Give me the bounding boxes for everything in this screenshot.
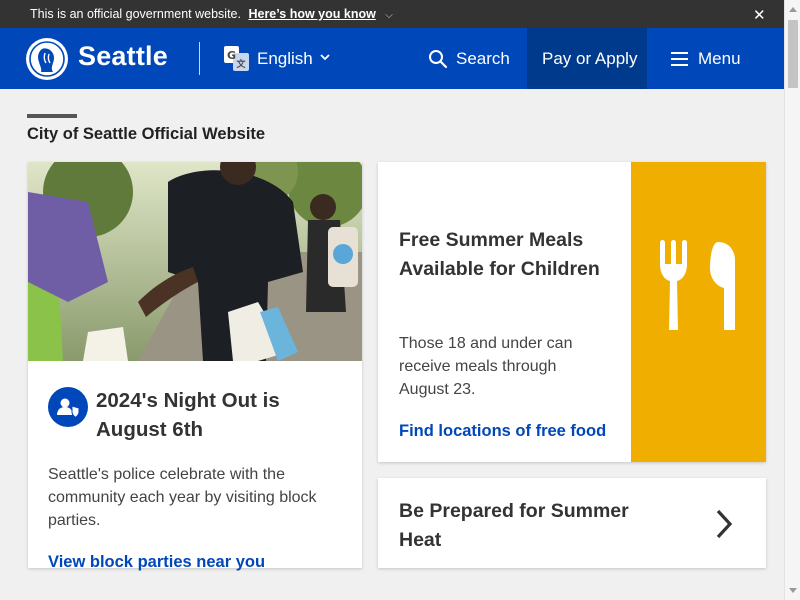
menu-button[interactable]: Menu <box>647 28 784 89</box>
official-gov-banner: This is an official government website. … <box>0 0 784 28</box>
pay-or-apply-button[interactable]: Pay or Apply <box>527 28 647 89</box>
police-community-photo <box>28 162 362 361</box>
fork-knife-icon <box>660 240 735 330</box>
block-parties-link[interactable]: View block parties near you <box>48 553 265 572</box>
chevron-down-icon[interactable]: ⌵ <box>385 10 393 21</box>
gov-notice: This is an official government website. <box>30 7 241 21</box>
seattle-seal-icon[interactable] <box>26 38 68 80</box>
section-title: City of Seattle Official Website <box>27 125 266 143</box>
card-title[interactable]: 2024's Night Out is August 6th <box>96 386 346 444</box>
svg-text:G: G <box>227 49 236 62</box>
gov-banner-text: This is an official government website. … <box>30 7 393 21</box>
scrollbar-thumb[interactable] <box>788 20 798 88</box>
chevron-down-icon <box>320 54 330 61</box>
close-icon[interactable]: ✕ <box>753 6 766 24</box>
card-description: Those 18 and under can receive meals thr… <box>399 335 573 398</box>
how-you-know-link[interactable]: Here’s how you know <box>248 7 375 21</box>
menu-label: Menu <box>698 49 741 68</box>
seattle-wordmark[interactable]: Seattle <box>78 41 168 72</box>
free-food-link[interactable]: Find locations of free food <box>399 422 606 441</box>
summer-meals-card[interactable]: Free Summer Meals Available for Children… <box>378 162 766 462</box>
scroll-down-arrow-icon[interactable] <box>789 588 797 593</box>
section-accent-bar <box>27 114 77 118</box>
svg-text:文: 文 <box>235 58 246 70</box>
header-divider <box>199 42 200 75</box>
search-icon <box>429 50 448 69</box>
language-label: English <box>257 49 313 68</box>
community-police-icon <box>48 387 88 427</box>
hamburger-menu-icon <box>671 52 688 66</box>
summer-heat-card[interactable]: Be Prepared for Summer Heat <box>378 478 766 568</box>
search-label: Search <box>456 49 510 68</box>
card-title[interactable]: Free Summer Meals Available for Children <box>399 226 619 283</box>
search-button[interactable]: Search <box>414 28 527 89</box>
pay-or-apply-label: Pay or Apply <box>542 49 638 68</box>
chevron-right-icon[interactable] <box>714 509 734 539</box>
site-header: Seattle G 文 English Search Pay or Apply … <box>0 28 784 89</box>
translate-icon: G 文 <box>224 46 249 71</box>
page-scrollbar[interactable] <box>784 0 800 600</box>
meals-accent-panel <box>631 162 766 462</box>
scroll-up-arrow-icon[interactable] <box>789 7 797 12</box>
card-title[interactable]: Be Prepared for Summer Heat <box>399 497 669 555</box>
card-description: Seattle's police celebrate with the comm… <box>48 466 317 529</box>
night-out-card[interactable]: 2024's Night Out is August 6th Seattle's… <box>28 162 362 571</box>
